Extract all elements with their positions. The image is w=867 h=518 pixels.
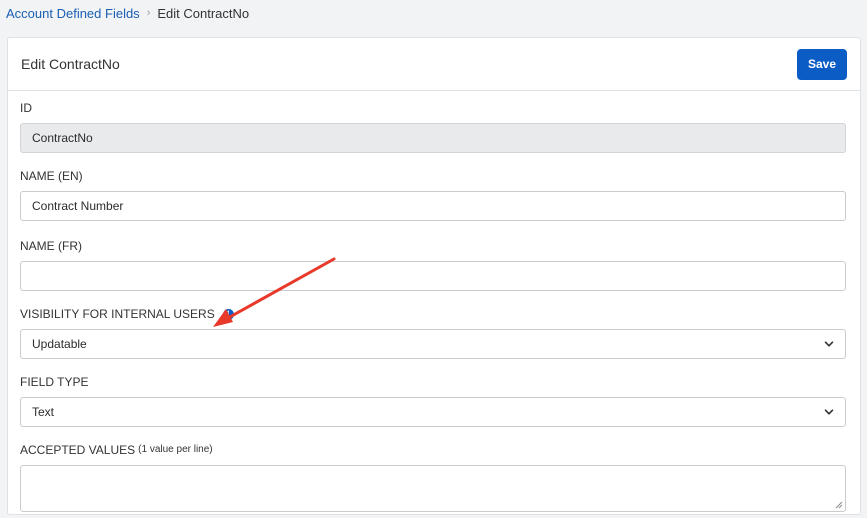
chevron-right-icon: › xyxy=(146,7,151,19)
visibility-label-row: VISIBILITY FOR INTERNAL USERS i xyxy=(20,305,846,323)
visibility-select[interactable]: Updatable xyxy=(20,329,846,359)
visibility-selected-value: Updatable xyxy=(32,337,87,351)
info-icon[interactable]: i xyxy=(222,308,234,320)
accepted-values-textarea[interactable] xyxy=(20,465,846,512)
accepted-values-hint: (1 value per line) xyxy=(138,444,213,455)
name-en-input[interactable]: Contract Number xyxy=(20,191,846,221)
edit-field-card: Edit ContractNo Save ID ContractNo NAME … xyxy=(7,37,861,515)
save-button[interactable]: Save xyxy=(797,48,847,80)
id-label: ID xyxy=(20,101,32,115)
accepted-values-label: ACCEPTED VALUES xyxy=(20,443,136,457)
chevron-down-icon xyxy=(824,409,834,415)
breadcrumb-current: Edit ContractNo xyxy=(157,5,250,21)
name-en-label: NAME (EN) xyxy=(20,169,83,183)
card-header: Edit ContractNo Save xyxy=(8,38,860,91)
breadcrumb-link-account-defined-fields[interactable]: Account Defined Fields xyxy=(6,6,140,21)
field-type-select[interactable]: Text xyxy=(20,397,846,427)
field-type-label: FIELD TYPE xyxy=(20,375,89,389)
resize-grip-icon[interactable] xyxy=(835,501,843,509)
page-title: Edit ContractNo xyxy=(21,56,120,72)
name-fr-input[interactable] xyxy=(20,261,846,291)
chevron-down-icon xyxy=(824,341,834,347)
visibility-label: VISIBILITY FOR INTERNAL USERS xyxy=(20,307,215,321)
field-type-selected-value: Text xyxy=(32,405,55,419)
breadcrumb: Account Defined Fields › Edit ContractNo xyxy=(6,4,249,22)
name-fr-label: NAME (FR) xyxy=(20,239,82,253)
accepted-values-label-row: ACCEPTED VALUES (1 value per line) xyxy=(20,441,846,459)
form-body: ID ContractNo NAME (EN) Contract Number … xyxy=(8,91,860,512)
id-field: ContractNo xyxy=(20,123,846,153)
